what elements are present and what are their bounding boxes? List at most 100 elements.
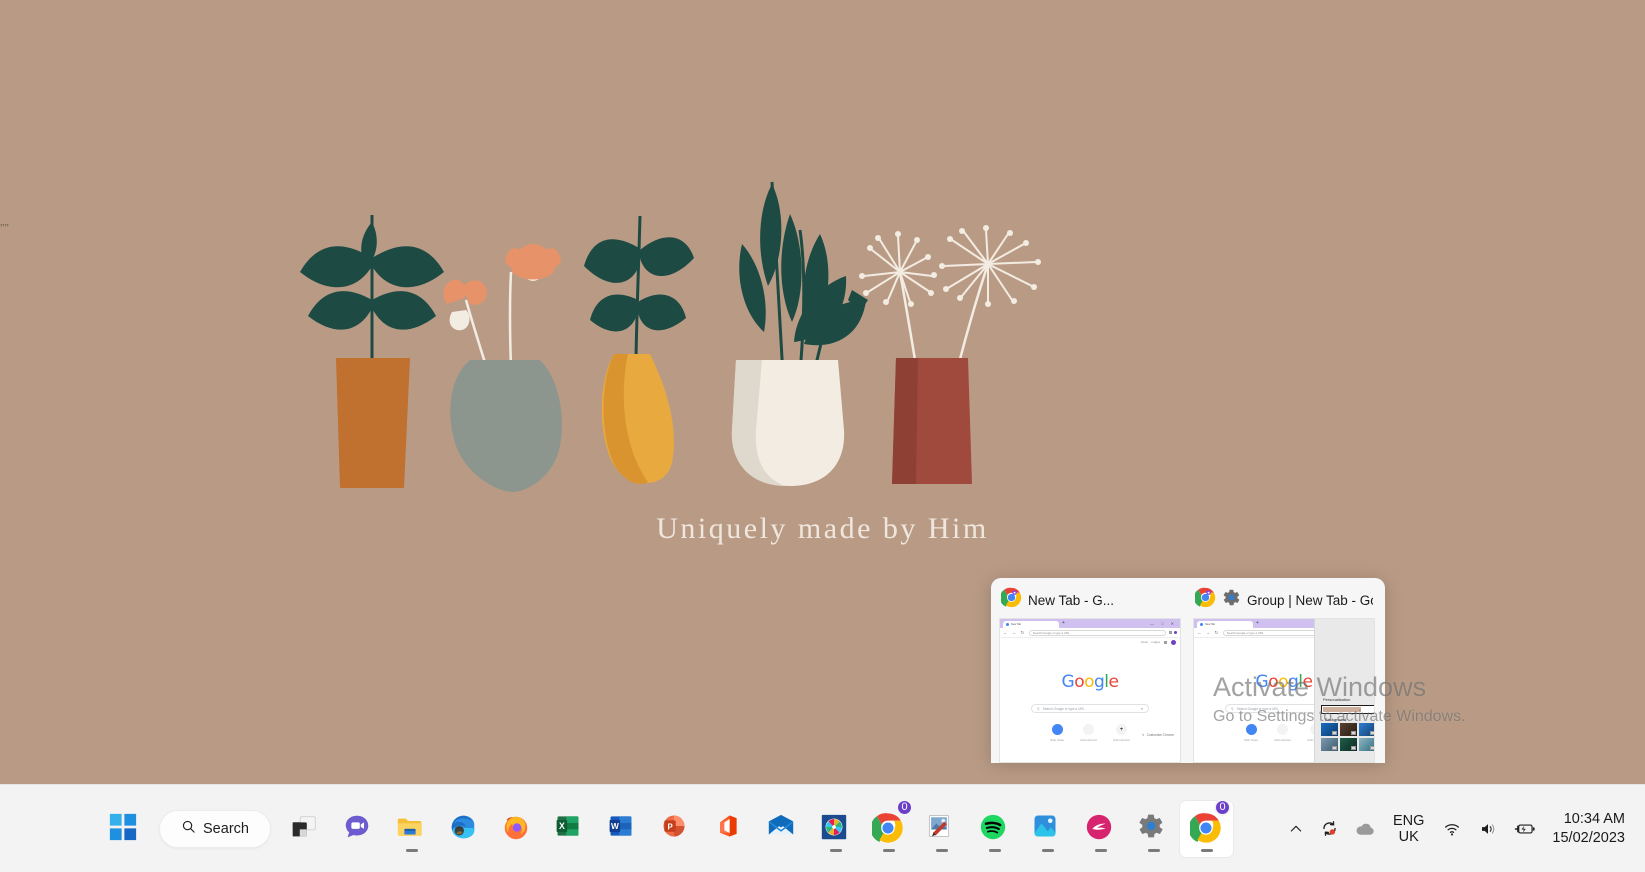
snipping-tool-icon	[925, 812, 959, 846]
clock[interactable]: 10:34 AM 15/02/2023	[1544, 805, 1637, 853]
taskbar-item-slack[interactable]	[809, 801, 862, 857]
update-sync-icon	[1323, 821, 1336, 836]
preview-item[interactable]: New Tab - G... New Tab + — □ ✕ ← → ↻ Sea…	[995, 584, 1185, 763]
search-box[interactable]: Search	[159, 809, 271, 848]
logo-letter: o	[1268, 672, 1279, 692]
search-label: Search	[203, 820, 249, 837]
language-indicator[interactable]: ENG UK	[1383, 805, 1434, 853]
mini-shortcut-icon	[1277, 724, 1289, 735]
mini-search-box: ⚲ Search Google or type a URL ●	[1031, 704, 1149, 713]
taskbar-item-settings[interactable]	[1127, 801, 1180, 857]
taskbar-item-excel[interactable]: X	[544, 801, 597, 857]
mini-shortcut: Web Store	[1050, 724, 1064, 742]
wallpaper-caption: Uniquely made by Him	[656, 512, 989, 545]
taskbar-item-word[interactable]: W	[597, 801, 650, 857]
taskbar-item-chrome-active[interactable]: 0	[1180, 798, 1233, 857]
logo-letter: g	[1288, 672, 1299, 692]
overlay-wallpaper-tile	[1321, 723, 1338, 736]
microsoft-office-icon	[713, 812, 747, 846]
gear-icon	[1137, 812, 1171, 846]
taskbar[interactable]: Search X W P 0 0 ENG UK 10:34 AM 15/02/2…	[0, 784, 1645, 872]
cloud-icon	[1356, 823, 1374, 835]
taskbar-item-firefox[interactable]	[491, 801, 544, 857]
windows-logo-icon	[108, 812, 142, 846]
taskbar-item-chat[interactable]	[332, 801, 385, 857]
mini-shortcut-label: Add shortcut	[1080, 738, 1098, 742]
slack-icon	[819, 812, 853, 846]
battery-button[interactable]	[1506, 805, 1544, 853]
overlay-section-label: Personalisation	[1323, 697, 1351, 702]
taskbar-item-mail[interactable]	[756, 801, 809, 857]
preview-item[interactable]: Group | New Tab - Google ... New Tab + —…	[1189, 584, 1379, 763]
mini-shortcut: Add shortcut	[1080, 724, 1097, 742]
powerpoint-icon: P	[660, 812, 694, 846]
desktop[interactable]: Uniquely made by Him "" Activate Windows…	[0, 0, 1645, 872]
system-tray: ENG UK 10:34 AM 15/02/2023	[1280, 785, 1637, 872]
mini-add-shortcut-icon: +	[1115, 724, 1127, 735]
taskbar-item-file-explorer[interactable]	[385, 801, 438, 857]
taskbar-item-microsoft-edge[interactable]	[438, 801, 491, 857]
taskbar-item-microsoft-office[interactable]	[703, 801, 756, 857]
taskbar-item-task-view[interactable]	[279, 801, 332, 857]
mini-bookmarks-bar: Gmail Images	[1000, 638, 1180, 646]
excel-icon: X	[554, 812, 588, 846]
mini-window-controls: — □ ✕	[1150, 621, 1177, 626]
mini-customize-chrome: ✎ Customise Chrome	[1142, 733, 1174, 737]
windows-update-button[interactable]	[1312, 805, 1347, 853]
network-button[interactable]	[1434, 805, 1470, 853]
wallpaper-illustration	[0, 0, 1645, 784]
gear-icon	[1222, 588, 1241, 612]
canva-icon	[1084, 812, 1118, 846]
preview-thumbnail[interactable]: New Tab + — □ ✕ ← → ↻ Search Google or t…	[1193, 618, 1375, 763]
word-icon: W	[607, 812, 641, 846]
search-icon: ⚲	[1037, 706, 1040, 711]
mini-tab-label: New Tab	[1011, 622, 1022, 626]
language-line1: ENG	[1393, 812, 1425, 829]
speaker-icon	[1482, 823, 1495, 834]
settings-window-overlay: Personalisation Background	[1314, 619, 1374, 762]
logo-letter: e	[1302, 672, 1313, 692]
overlay-wallpaper-tile	[1359, 738, 1374, 751]
preview-title: Group | New Tab - Google ...	[1247, 592, 1373, 608]
onedrive-button[interactable]	[1347, 805, 1383, 853]
start-button[interactable]	[98, 801, 151, 857]
taskbar-preview-popup[interactable]: New Tab - G... New Tab + — □ ✕ ← → ↻ Sea…	[991, 578, 1385, 763]
taskbar-item-spotify[interactable]	[968, 801, 1021, 857]
mini-tab: New Tab	[1197, 620, 1253, 628]
taskbar-item-powerpoint[interactable]: P	[650, 801, 703, 857]
running-indicator	[1200, 848, 1213, 852]
logo-letter: o	[1074, 672, 1085, 692]
show-hidden-icons-button[interactable]	[1280, 805, 1312, 853]
mini-nav-icons: ← → ↻	[1197, 629, 1220, 635]
volume-button[interactable]	[1470, 805, 1506, 853]
language-line2: UK	[1398, 828, 1419, 845]
taskbar-item-canva[interactable]	[1074, 801, 1127, 857]
mini-tab: New Tab	[1003, 620, 1059, 628]
running-indicator	[1147, 848, 1160, 852]
clock-date: 15/02/2023	[1552, 829, 1625, 846]
mini-shortcut-icon	[1083, 724, 1095, 735]
mini-newtab-body: Google ⚲ Search Google or type a URL ● W…	[1000, 646, 1180, 742]
taskbar-item-google-chrome[interactable]: 0	[862, 798, 915, 857]
mini-profile-avatar	[1173, 630, 1177, 635]
logo-letter: g	[1094, 672, 1105, 692]
taskbar-item-snipping-tool[interactable]	[915, 801, 968, 857]
mini-omnibox-row: ← → ↻ Search Google or type a URL	[1000, 628, 1180, 638]
mini-address-text: Search Google or type a URL	[1226, 630, 1264, 635]
svg-text:W: W	[610, 821, 618, 831]
overlay-wallpaper-tile	[1340, 738, 1357, 751]
taskbar-item-photos[interactable]	[1021, 801, 1074, 857]
notification-badge: 0	[896, 798, 913, 816]
running-indicator	[988, 848, 1001, 852]
mini-nav-icons: ← → ↻	[1003, 629, 1026, 635]
mini-customize-label: Customise Chrome	[1146, 733, 1174, 737]
chrome-icon	[1187, 812, 1224, 846]
running-indicator	[1094, 848, 1107, 852]
running-indicator	[1041, 848, 1054, 852]
mini-new-tab-button: +	[1062, 620, 1065, 626]
mini-shortcut-label: Web Store	[1050, 738, 1065, 742]
preview-thumbnail[interactable]: New Tab + — □ ✕ ← → ↻ Search Google or t…	[999, 618, 1181, 763]
taskbar-items: Search X W P 0 0	[98, 785, 1233, 872]
svg-text:X: X	[558, 821, 564, 831]
mini-apps-grid-icon	[1164, 640, 1167, 644]
